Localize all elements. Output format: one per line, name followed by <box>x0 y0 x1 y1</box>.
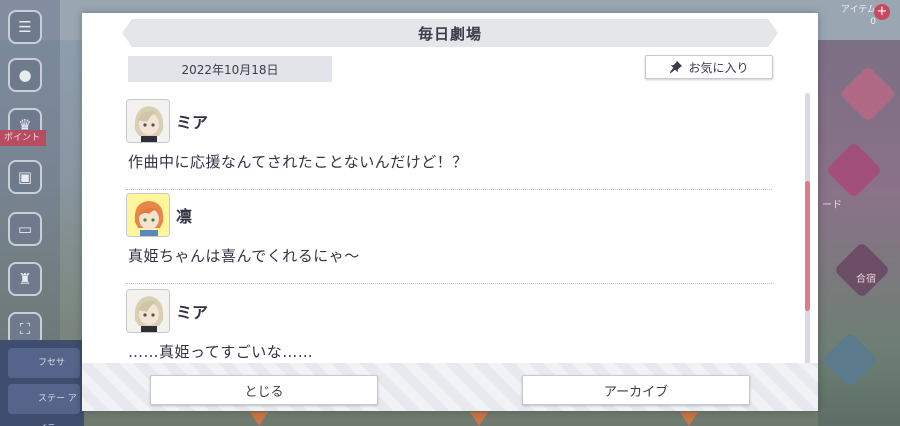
speaker-row: 凛 <box>126 193 772 237</box>
scrollbar[interactable] <box>805 93 810 365</box>
background-info-line: アイテム <box>840 5 876 15</box>
dialogue-text: 真姫ちゃんは喜んでくれるにゃ〜 <box>128 247 360 265</box>
speaker-name: ミア <box>176 303 209 322</box>
favorite-button[interactable]: お気に入り <box>645 55 773 79</box>
dialog-title-bar: 毎日劇場 <box>122 19 778 47</box>
speaker-name: ミア <box>176 113 209 132</box>
background-cone <box>470 412 488 426</box>
dialogue-entry: ミア 作曲中に応援なんてされたことないんだけど！？ <box>126 99 772 172</box>
dialogue-list[interactable]: ミア 作曲中に応援なんてされたことないんだけど！？ 凛 真姫ちゃんは喜んでくれる… <box>126 93 772 365</box>
mia-avatar <box>126 99 170 143</box>
favorite-button-label: お気に入り <box>688 60 749 75</box>
background-cone <box>250 412 268 426</box>
daily-theater-dialog: 毎日劇場 2022年10月18日 お気に入り ミア 作曲中に応援なんてされたこと… <box>82 13 818 411</box>
background-label: 合宿 <box>856 274 876 285</box>
background-top-right-info: アイテム 0 <box>841 4 876 28</box>
background-info-line: 0 <box>870 17 876 27</box>
dialogue-text: 作曲中に応援なんてされたことないんだけど！？ <box>128 153 468 171</box>
background-tile <box>825 141 883 199</box>
dialogue-separator <box>126 283 772 284</box>
dialog-title: 毎日劇場 <box>417 24 482 43</box>
background-tile <box>839 65 897 123</box>
background-button-2: ステー アイテ <box>8 384 80 426</box>
background-cone <box>680 412 698 426</box>
background-tile <box>821 331 879 389</box>
dialogue-text: ……真姫ってすごいな…… <box>128 343 314 361</box>
gift-icon: ▣ <box>8 160 42 194</box>
rin-avatar <box>126 193 170 237</box>
scrollbar-thumb[interactable] <box>805 181 810 311</box>
plus-icon: + <box>874 4 890 20</box>
speaker-row: ミア <box>126 289 772 333</box>
background-label: ード <box>822 200 842 211</box>
date-label: 2022年10月18日 <box>128 56 332 82</box>
screen-icon: ▭ <box>8 212 42 246</box>
mia-avatar <box>126 289 170 333</box>
speaker-name: 凛 <box>176 207 193 226</box>
background-button-1: フセサ <box>8 348 80 378</box>
speaker-row: ミア <box>126 99 772 143</box>
archive-button[interactable]: アーカイブ <box>522 375 750 405</box>
trophy-icon: ♜ <box>8 262 42 296</box>
dialogue-entry: 凛 真姫ちゃんは喜んでくれるにゃ〜 <box>126 193 772 266</box>
menu-icon: ☰ <box>8 10 42 44</box>
event-point-tag: ポイント <box>0 130 46 146</box>
dialogue-separator <box>126 189 772 190</box>
close-button[interactable]: とじる <box>150 375 378 405</box>
background-bottom-left-panel: フセサ ステー アイテ <box>0 340 84 426</box>
chat-icon: ● <box>8 58 42 92</box>
pin-icon <box>670 60 683 74</box>
dialogue-entry: ミア ……真姫ってすごいな…… <box>126 289 772 362</box>
background-right-panel: ード 合宿 <box>818 40 900 426</box>
